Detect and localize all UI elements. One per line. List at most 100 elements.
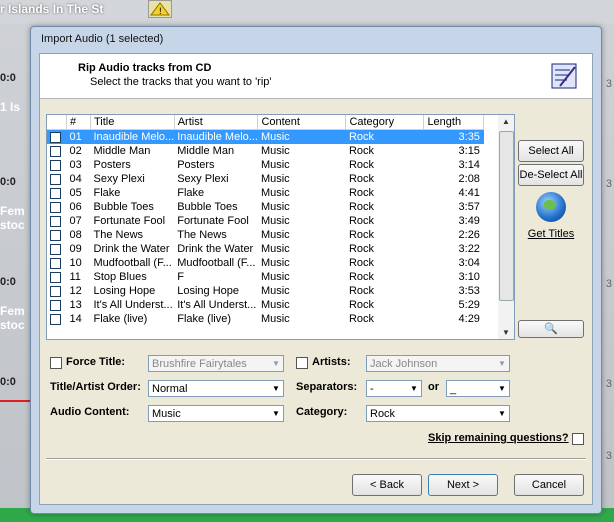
bg-number: 3 [605, 450, 612, 462]
track-checkbox[interactable] [50, 299, 61, 311]
track-row[interactable]: 12 Losing Hope Losing Hope Music Rock 3:53 [47, 284, 484, 298]
track-category: Rock [348, 201, 374, 213]
track-checkbox[interactable] [50, 285, 61, 297]
track-row[interactable]: 01 Inaudible Melo... Inaudible Melo... Musi… [47, 129, 484, 144]
track-number: 03 [69, 159, 82, 171]
track-list-scrollbar[interactable]: ▲ ▼ [498, 114, 515, 340]
track-number: 10 [69, 257, 82, 269]
track-row[interactable]: 09 Drink the Water Drink the Water Music Roc… [47, 242, 484, 256]
force-title-select[interactable]: Brushfire Fairytales ▼ [148, 355, 284, 372]
chevron-down-icon[interactable]: ▼ [269, 381, 283, 396]
track-checkbox-cell[interactable] [47, 256, 67, 270]
artists-checkbox[interactable] [296, 357, 308, 369]
track-checkbox[interactable] [50, 313, 61, 325]
track-checkbox[interactable] [50, 159, 61, 171]
next-button[interactable]: Next > [428, 474, 498, 496]
column-category[interactable]: Category [345, 115, 425, 130]
column-number[interactable]: # [66, 115, 91, 130]
track-category: Rock [345, 129, 424, 144]
track-row[interactable]: 06 Bubble Toes Bubble Toes Music Rock 3:57 [47, 200, 484, 214]
track-row[interactable]: 04 Sexy Plexi Sexy Plexi Music Rock 2:08 [47, 172, 484, 186]
track-title: It's All Underst... [93, 299, 173, 311]
track-row[interactable]: 05 Flake Flake Music Rock 4:41 [47, 186, 484, 200]
track-checkbox[interactable] [50, 215, 61, 227]
chevron-down-icon[interactable]: ▼ [269, 356, 283, 371]
track-row[interactable]: 13 It's All Underst... It's All Underst...… [47, 298, 484, 312]
column-artist[interactable]: Artist [174, 115, 259, 130]
track-row[interactable]: 03 Posters Posters Music Rock 3:14 [47, 158, 484, 172]
track-checkbox-cell[interactable] [47, 200, 67, 214]
skip-questions-checkbox[interactable] [572, 433, 584, 445]
track-checkbox[interactable] [50, 257, 61, 269]
category-select[interactable]: Rock ▼ [366, 405, 510, 422]
cancel-button[interactable]: Cancel [514, 474, 584, 496]
track-checkbox-cell[interactable] [47, 270, 67, 284]
track-checkbox-cell[interactable] [47, 186, 67, 200]
track-list[interactable]: # Title Artist Content Category Length 0… [46, 114, 500, 340]
track-checkbox[interactable] [50, 173, 61, 185]
track-row[interactable]: 08 The News The News Music Rock 2:26 [47, 228, 484, 242]
column-length[interactable]: Length [423, 115, 485, 130]
header-subtitle: Select the tracks that you want to 'rip' [90, 76, 272, 88]
track-checkbox[interactable] [50, 229, 61, 241]
deselect-all-button[interactable]: De-Select All [518, 164, 584, 186]
track-content: Music [260, 159, 290, 171]
track-checkbox[interactable] [50, 201, 61, 213]
scroll-down-icon[interactable]: ▼ [502, 328, 510, 337]
track-row[interactable]: 07 Fortunate Fool Fortunate Fool Music Rock 3… [47, 214, 484, 228]
track-row[interactable]: 11 Stop Blues F Music Rock 3:10 [47, 270, 484, 284]
track-checkbox-cell[interactable] [47, 172, 67, 186]
chevron-down-icon[interactable]: ▼ [495, 381, 509, 396]
track-row[interactable]: 02 Middle Man Middle Man Music Rock 3:15 [47, 144, 484, 158]
track-row[interactable]: 10 Mudfootball (F... Mudfootball (F... Musi… [47, 256, 484, 270]
audio-content-select[interactable]: Music ▼ [148, 405, 284, 422]
track-artist: Sexy Plexi [177, 173, 229, 185]
column-title[interactable]: Title [90, 115, 175, 130]
track-checkbox-cell[interactable] [47, 228, 67, 242]
track-content: Music [260, 299, 290, 311]
scroll-thumb[interactable] [499, 131, 514, 301]
order-select[interactable]: Normal ▼ [148, 380, 284, 397]
select-all-button[interactable]: Select All [518, 140, 584, 162]
chevron-down-icon[interactable]: ▼ [269, 406, 283, 421]
track-number: 07 [69, 215, 82, 227]
back-button[interactable]: < Back [352, 474, 422, 496]
track-number: 09 [69, 243, 82, 255]
track-checkbox-cell[interactable] [47, 298, 67, 312]
column-select[interactable] [47, 115, 67, 130]
globe-icon[interactable] [536, 192, 566, 222]
track-checkbox[interactable] [50, 271, 61, 283]
track-checkbox[interactable] [50, 243, 61, 255]
track-checkbox-cell[interactable] [47, 242, 67, 256]
scroll-up-icon[interactable]: ▲ [502, 117, 510, 126]
track-artist: F [177, 271, 184, 283]
search-button[interactable]: 🔍 [518, 320, 584, 338]
column-content[interactable]: Content [257, 115, 347, 130]
track-checkbox[interactable] [50, 131, 61, 143]
chevron-down-icon[interactable]: ▼ [407, 381, 421, 396]
track-checkbox-cell[interactable] [47, 129, 67, 144]
artists-value: Jack Johnson [370, 358, 438, 370]
separator-select-2[interactable]: _ ▼ [446, 380, 510, 397]
track-checkbox[interactable] [50, 187, 61, 199]
bg-number: 3 [605, 78, 612, 90]
track-checkbox-cell[interactable] [47, 214, 67, 228]
chevron-down-icon[interactable]: ▼ [495, 406, 509, 421]
track-checkbox-cell[interactable] [47, 158, 67, 172]
track-row[interactable]: 14 Flake (live) Flake (live) Music Rock 4:29 [47, 312, 484, 326]
artists-select[interactable]: Jack Johnson ▼ [366, 355, 510, 372]
track-content: Music [260, 145, 290, 157]
track-checkbox-cell[interactable] [47, 144, 67, 158]
track-checkbox-cell[interactable] [47, 312, 67, 326]
chevron-down-icon[interactable]: ▼ [495, 356, 509, 371]
skip-questions-text: Skip remaining questions? [428, 432, 569, 444]
audio-content-label: Audio Content: [50, 406, 130, 418]
track-content: Music [260, 243, 290, 255]
force-title-checkbox[interactable] [50, 357, 62, 369]
separator-select-1[interactable]: - ▼ [366, 380, 422, 397]
track-checkbox[interactable] [50, 145, 61, 157]
track-content: Music [260, 201, 290, 213]
separators-label: Separators: [296, 381, 358, 393]
track-checkbox-cell[interactable] [47, 284, 67, 298]
get-titles-link[interactable]: Get Titles [518, 228, 584, 240]
